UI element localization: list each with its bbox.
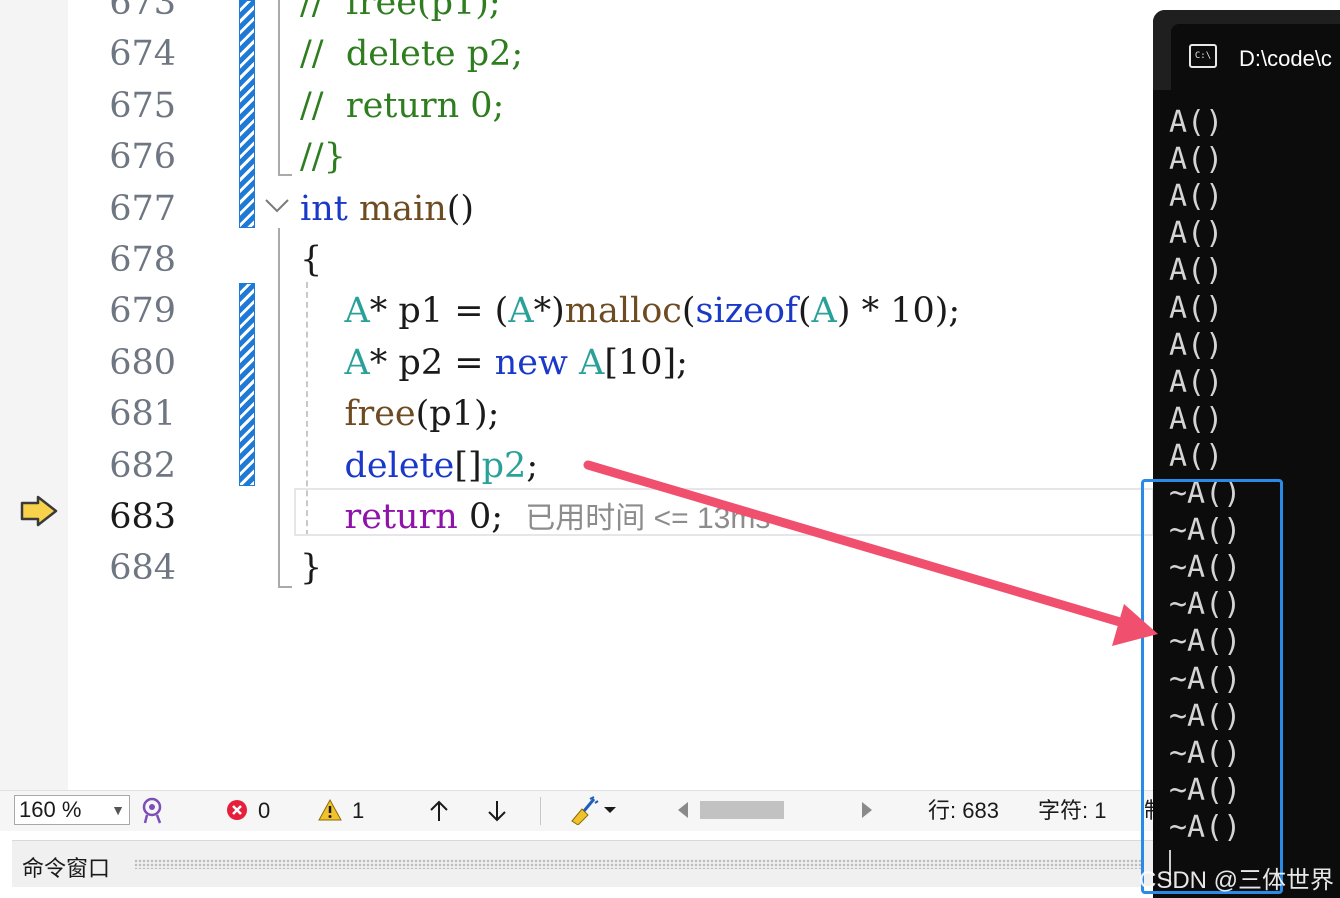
- annotation-arrow: [583, 460, 1158, 646]
- watermark: CSDN @三体世界: [1139, 867, 1335, 894]
